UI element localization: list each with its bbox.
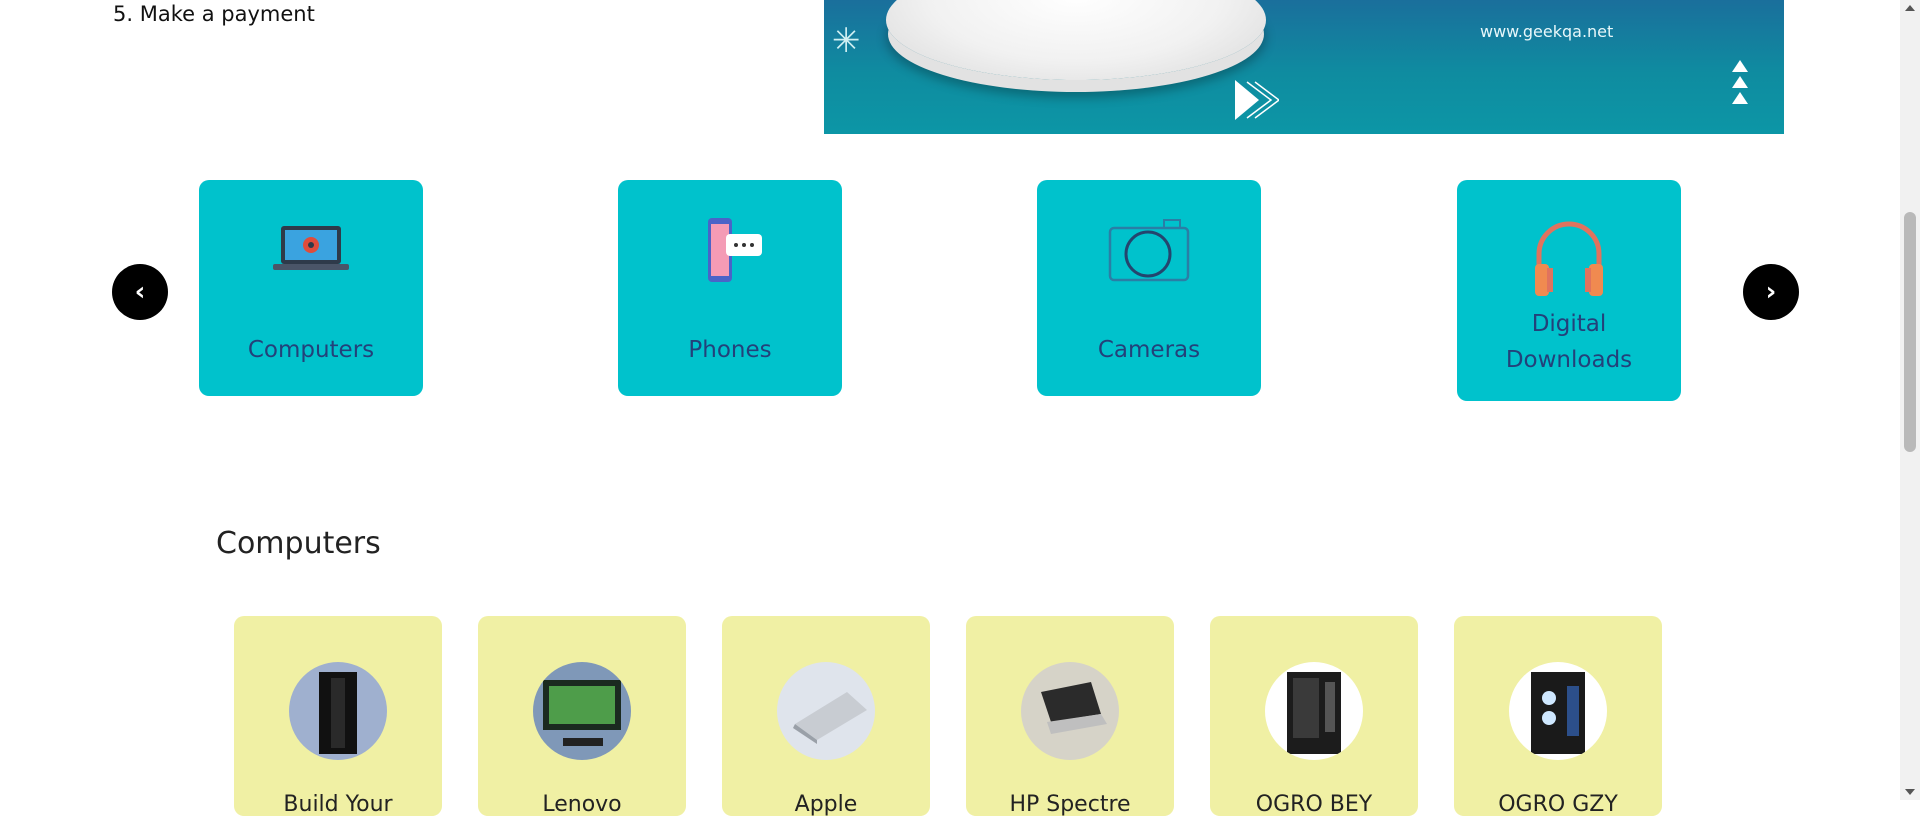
- product-card[interactable]: OGRO GZY: [1454, 616, 1662, 817]
- page-scrollbar[interactable]: [1900, 0, 1920, 800]
- scroll-up-arrow-icon[interactable]: [1905, 5, 1915, 11]
- product-name: Apple: [794, 792, 858, 817]
- triangle-icon: [1732, 92, 1748, 104]
- triangle-icon: [1732, 60, 1748, 72]
- banner-url: www.geekqa.net: [1480, 22, 1614, 41]
- payment-step-text: 5. Make a payment: [113, 2, 315, 26]
- product-name: OGRO GZY: [1498, 792, 1618, 817]
- product-image: [1265, 662, 1363, 760]
- wireless-charger-image: [886, 0, 1266, 80]
- product-image: [777, 662, 875, 760]
- product-name: Lenovo: [542, 792, 622, 817]
- scroll-thumb[interactable]: [1904, 212, 1916, 452]
- product-card[interactable]: OGRO BEY: [1210, 616, 1418, 817]
- carousel-next-button[interactable]: ›: [1743, 264, 1799, 320]
- category-label: Digital Downloads: [1505, 311, 1633, 373]
- triangle-icon: [1732, 76, 1748, 88]
- sparkle-icon: ✳: [832, 21, 861, 61]
- product-card[interactable]: Build Your: [234, 616, 442, 817]
- phone-chat-icon: [618, 216, 842, 296]
- category-card-digital-downloads[interactable]: Digital Downloads: [1457, 180, 1681, 401]
- category-label: Cameras: [1097, 337, 1201, 363]
- section-title: Computers: [216, 526, 381, 561]
- product-card[interactable]: Lenovo: [478, 616, 686, 817]
- product-name: HP Spectre: [1009, 792, 1131, 817]
- category-label: Phones: [688, 337, 772, 363]
- product-image: [1509, 662, 1607, 760]
- product-card[interactable]: Apple: [722, 616, 930, 817]
- product-card[interactable]: HP Spectre: [966, 616, 1174, 817]
- product-image: [1021, 662, 1119, 760]
- laptop-icon: [199, 216, 423, 296]
- category-card-cameras[interactable]: Cameras: [1037, 180, 1261, 396]
- product-image: [533, 662, 631, 760]
- product-name: Build Your: [283, 792, 393, 817]
- carousel-prev-button[interactable]: ‹: [112, 264, 168, 320]
- camera-icon: [1037, 216, 1261, 296]
- category-card-computers[interactable]: Computers: [199, 180, 423, 396]
- product-image: [289, 662, 387, 760]
- category-card-phones[interactable]: Phones: [618, 180, 842, 396]
- product-name: OGRO BEY: [1255, 792, 1373, 817]
- promo-banner[interactable]: ✳ www.geekqa.net: [824, 0, 1784, 134]
- play-arrows-icon: [1235, 80, 1279, 120]
- scroll-down-arrow-icon[interactable]: [1905, 789, 1915, 795]
- category-label: Computers: [247, 337, 375, 363]
- headphones-icon: [1457, 216, 1681, 296]
